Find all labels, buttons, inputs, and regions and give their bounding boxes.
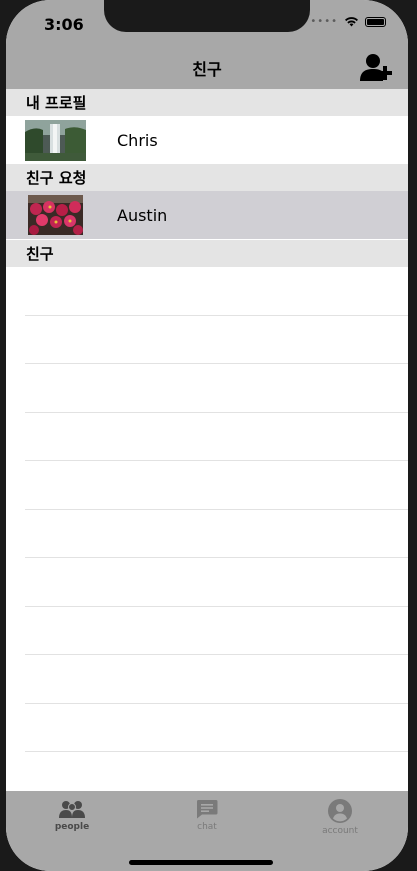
row-separator bbox=[25, 557, 408, 558]
request-thumbnail bbox=[28, 195, 83, 235]
signal-icon: •••• bbox=[310, 16, 338, 27]
tab-account[interactable]: account bbox=[300, 799, 380, 836]
status-icons: •••• bbox=[310, 16, 386, 27]
row-separator bbox=[25, 654, 408, 655]
friend-request-row[interactable]: Austin bbox=[6, 191, 408, 239]
section-header-requests: 친구 요청 bbox=[6, 164, 408, 191]
phone-screen: 3:06 •••• 친구 내 프로필 Chris 친구 요청 Austin 친구… bbox=[6, 0, 408, 871]
page-title: 친구 bbox=[192, 60, 222, 79]
wifi-icon bbox=[345, 17, 358, 27]
row-separator bbox=[25, 751, 408, 752]
tab-label: chat bbox=[197, 822, 217, 832]
notch bbox=[104, 0, 310, 32]
battery-icon bbox=[365, 16, 386, 27]
section-header-friends: 친구 bbox=[6, 240, 408, 267]
row-separator bbox=[25, 703, 408, 704]
request-name: Austin bbox=[117, 205, 168, 225]
row-separator bbox=[25, 412, 408, 413]
tab-label: people bbox=[54, 822, 90, 832]
tab-label: account bbox=[322, 826, 358, 836]
row-separator bbox=[25, 509, 408, 510]
row-separator bbox=[25, 363, 408, 364]
tab-people[interactable]: people bbox=[32, 799, 112, 832]
row-separator bbox=[25, 460, 408, 461]
home-indicator bbox=[129, 860, 273, 865]
chat-icon bbox=[196, 800, 218, 819]
row-separator bbox=[25, 606, 408, 607]
row-separator bbox=[25, 315, 408, 316]
status-time: 3:06 bbox=[44, 15, 84, 34]
people-icon bbox=[59, 801, 85, 818]
tab-chat[interactable]: chat bbox=[167, 799, 247, 832]
profile-thumbnail bbox=[25, 119, 86, 161]
profile-row[interactable]: Chris bbox=[6, 116, 408, 164]
add-friend-icon[interactable] bbox=[360, 52, 394, 82]
account-icon bbox=[328, 799, 352, 823]
profile-name: Chris bbox=[117, 130, 158, 150]
section-header-profile: 내 프로필 bbox=[6, 89, 408, 116]
tab-bar: people chat account bbox=[6, 791, 408, 871]
